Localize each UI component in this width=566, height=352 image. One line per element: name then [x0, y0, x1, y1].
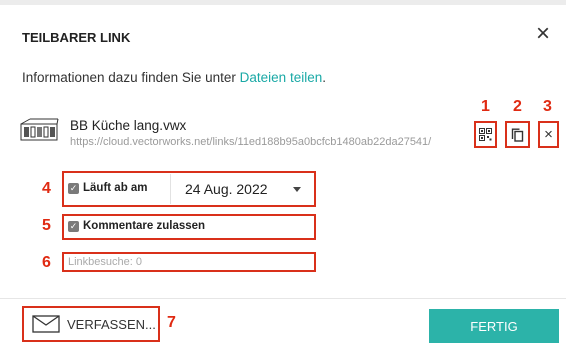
annotation-7: 7 [167, 314, 176, 331]
compose-email-button[interactable]: VERFASSEN... [22, 306, 160, 342]
qr-code-button[interactable] [474, 121, 497, 148]
annotation-4: 4 [42, 180, 51, 197]
dialog-title: TEILBARER LINK [22, 30, 131, 45]
annotation-6: 6 [42, 254, 51, 271]
annotation-3: 3 [543, 98, 552, 115]
comments-label: Kommentare zulassen [83, 220, 206, 232]
expires-label: Läuft ab am [83, 182, 148, 194]
mail-icon [32, 315, 60, 333]
qr-code-icon [479, 128, 492, 141]
checkbox-check-icon: ✓ [69, 220, 78, 231]
checkbox-check-icon: ✓ [69, 182, 78, 193]
comments-checkbox-row[interactable]: ✓ Kommentare zulassen [68, 220, 205, 232]
remove-link-icon: × [544, 126, 553, 143]
done-button[interactable]: FERTIG [429, 309, 559, 343]
info-link[interactable]: Dateien teilen [240, 70, 323, 85]
top-border [0, 0, 566, 5]
file-url: https://cloud.vectorworks.net/links/11ed… [70, 136, 432, 148]
dropdown-caret-icon[interactable] [293, 187, 301, 192]
link-visits-box: Linkbesuche: 0 [62, 252, 316, 272]
expires-date-select[interactable]: 24 Aug. 2022 [185, 181, 268, 197]
expires-checkbox[interactable]: ✓ [68, 182, 79, 194]
comments-checkbox[interactable]: ✓ [68, 220, 79, 232]
copy-icon [511, 128, 524, 142]
file-thumbnail-icon [20, 118, 59, 141]
copy-link-button[interactable] [505, 121, 530, 148]
link-visits-text: Linkbesuche: 0 [68, 256, 142, 268]
footer-divider [0, 298, 566, 299]
info-text: Informationen dazu finden Sie unter Date… [22, 70, 326, 85]
annotation-5: 5 [42, 217, 51, 234]
annotation-2: 2 [513, 98, 522, 115]
info-suffix: . [322, 70, 326, 85]
compose-label: VERFASSEN... [67, 316, 156, 332]
annotation-1: 1 [481, 98, 490, 115]
expires-checkbox-row[interactable]: ✓ Läuft ab am [68, 182, 148, 194]
close-icon[interactable]: × [536, 22, 550, 46]
remove-link-button[interactable]: × [538, 121, 559, 148]
file-name: BB Küche lang.vwx [70, 118, 187, 133]
separator [170, 174, 171, 204]
info-label: Informationen dazu finden Sie unter [22, 70, 240, 85]
